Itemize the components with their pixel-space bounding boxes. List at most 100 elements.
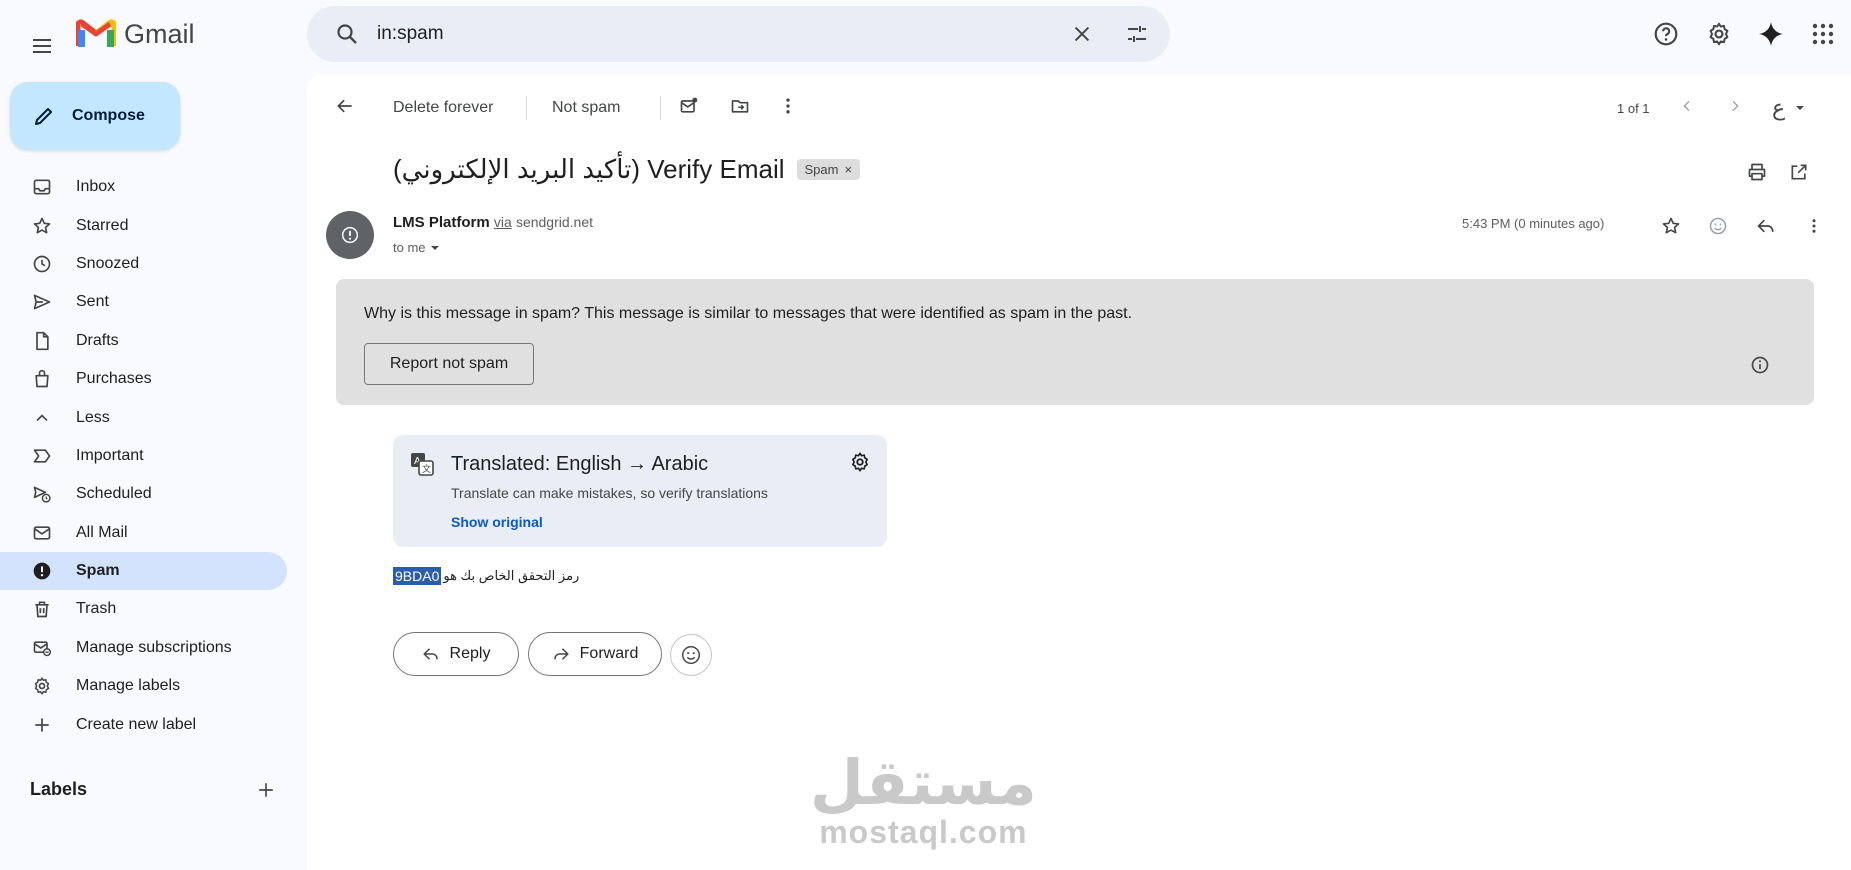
translate-icon: A文: [409, 451, 435, 477]
sidebar-item-label: Snoozed: [76, 254, 140, 272]
compose-button[interactable]: Compose: [10, 82, 180, 150]
sender-avatar[interactable]: [326, 211, 374, 259]
open-new-window-icon[interactable]: [1781, 154, 1817, 190]
more-vert-icon[interactable]: [770, 88, 806, 124]
clock-icon: [30, 252, 54, 276]
info-icon[interactable]: [1748, 353, 1772, 377]
input-tools-selector[interactable]: ع: [1772, 88, 1805, 128]
sidebar-item-manage-labels[interactable]: Manage labels: [0, 667, 287, 705]
search-input[interactable]: [377, 23, 1017, 45]
forward-arrow-icon: [552, 645, 570, 663]
sidebar-item-label: Drafts: [76, 331, 119, 349]
sidebar-item-less[interactable]: Less: [0, 398, 287, 436]
alert-avatar-icon: [339, 224, 361, 246]
older-chevron-icon[interactable]: [1717, 88, 1753, 124]
sidebar-item-trash[interactable]: Trash: [0, 590, 287, 628]
sidebar-item-sent[interactable]: Sent: [0, 283, 287, 321]
sidebar-item-drafts[interactable]: Drafts: [0, 322, 287, 360]
toolbar-divider: [526, 88, 527, 128]
toolbar-divider: [660, 88, 661, 128]
sidebar-item-manage-subscriptions[interactable]: Manage subscriptions: [0, 629, 287, 667]
watermark-arabic: مستقل: [810, 746, 1037, 819]
star-toggle-icon[interactable]: [1653, 208, 1689, 244]
search-icon[interactable]: [327, 14, 367, 54]
sidebar-item-label: Scheduled: [76, 485, 152, 503]
via-link[interactable]: via: [494, 214, 512, 230]
all-mail-icon: [30, 521, 54, 545]
spam-icon: [30, 559, 54, 583]
forward-label: Forward: [579, 645, 639, 662]
watermark-latin: mostaql.com: [819, 814, 1028, 850]
chevron-up-icon: [30, 406, 54, 430]
sidebar-item-important[interactable]: Important: [0, 437, 287, 475]
mostaql-watermark: مستقل mostaql.com: [810, 752, 1037, 851]
spam-reason-question: Why is this message in spam?: [364, 305, 581, 322]
gear-icon: [30, 674, 54, 698]
sidebar-item-label: Inbox: [76, 178, 116, 196]
newer-chevron-icon[interactable]: [1669, 88, 1705, 124]
sidebar-item-scheduled[interactable]: Scheduled: [0, 475, 287, 513]
message-subject: (تأكيد البريد الإلكتروني) Verify Email: [393, 154, 785, 184]
draft-icon: [30, 329, 54, 353]
sidebar-item-all-mail[interactable]: All Mail: [0, 514, 287, 552]
spam-reason-answer: This message is similar to messages that…: [584, 305, 1133, 322]
translation-settings-icon[interactable]: [849, 451, 871, 473]
mark-unread-icon[interactable]: [671, 88, 707, 124]
sidebar-item-label: Starred: [76, 216, 129, 234]
back-arrow-icon[interactable]: [327, 88, 363, 124]
recipients-toggle[interactable]: to me: [393, 240, 440, 255]
verification-code[interactable]: 9BDA0: [393, 567, 442, 585]
add-label-icon[interactable]: [252, 776, 280, 804]
labels-heading: Labels: [30, 779, 88, 799]
spam-label-chip[interactable]: Spam ×: [796, 159, 861, 180]
trash-icon: [30, 597, 54, 621]
message-timestamp: 5:43 PM (0 minutes ago): [1462, 216, 1605, 231]
sidebar-item-create-new-label[interactable]: Create new label: [0, 705, 287, 743]
gemini-sparkle-icon[interactable]: [1751, 14, 1791, 54]
spam-reason: Why is this message in spam? This messag…: [364, 305, 1132, 323]
sidebar-item-label: Purchases: [76, 370, 152, 388]
star-icon: [30, 214, 54, 238]
sidebar-item-snoozed[interactable]: Snoozed: [0, 245, 287, 283]
subject-line: (تأكيد البريد الإلكتروني) Verify Email S…: [393, 154, 861, 185]
react-emoji-button[interactable]: [670, 634, 712, 676]
message-more-vert-icon[interactable]: [1796, 208, 1832, 244]
sidebar-item-inbox[interactable]: Inbox: [0, 168, 287, 206]
gmail-logo[interactable]: Gmail: [76, 18, 195, 50]
sidebar-item-label: Less: [76, 408, 110, 426]
emoji-reaction-icon[interactable]: [1700, 208, 1736, 244]
sidebar-item-label: Important: [76, 446, 144, 464]
search-bar[interactable]: [307, 6, 1170, 62]
sidebar-item-spam[interactable]: Spam: [0, 551, 287, 591]
reply-icon[interactable]: [1748, 208, 1784, 244]
search-options-icon[interactable]: [1117, 14, 1157, 54]
recipient-text: to me: [393, 240, 426, 255]
sidebar-item-label: Trash: [76, 600, 117, 618]
apps-grid-icon[interactable]: [1803, 14, 1843, 54]
sidebar-item-label: Sent: [76, 293, 109, 311]
delete-forever-button[interactable]: Delete forever: [393, 88, 494, 128]
remove-label-icon[interactable]: ×: [844, 162, 852, 177]
settings-gear-icon[interactable]: [1699, 14, 1739, 54]
reply-button[interactable]: Reply: [393, 632, 519, 676]
translation-title: Translated: English → Arabic: [451, 453, 709, 475]
print-icon[interactable]: [1739, 154, 1775, 190]
dropdown-arrow-icon: [1795, 103, 1805, 113]
message-view: Delete forever Not spam 1 of 1 ع (تأكيد …: [307, 74, 1851, 870]
sender-line: LMS Platform via sendgrid.net: [393, 214, 593, 231]
sidebar-item-purchases[interactable]: Purchases: [0, 360, 287, 398]
spam-chip-label: Spam: [804, 162, 839, 177]
report-not-spam-button[interactable]: Report not spam: [364, 343, 534, 385]
sender-name[interactable]: LMS Platform: [393, 214, 490, 231]
clear-search-icon[interactable]: [1062, 14, 1102, 54]
not-spam-button[interactable]: Not spam: [552, 88, 620, 128]
main-menu-button[interactable]: [22, 26, 62, 66]
sidebar-item-starred[interactable]: Starred: [0, 206, 287, 244]
show-original-link[interactable]: Show original: [451, 514, 543, 530]
gmail-m-icon: [76, 18, 116, 50]
move-to-folder-icon[interactable]: [722, 88, 758, 124]
forward-button[interactable]: Forward: [528, 632, 662, 676]
sidebar-nav: Inbox Starred Snoozed Sent Drafts Purcha…: [0, 168, 288, 744]
help-icon[interactable]: [1646, 14, 1686, 54]
svg-text:文: 文: [422, 463, 431, 475]
